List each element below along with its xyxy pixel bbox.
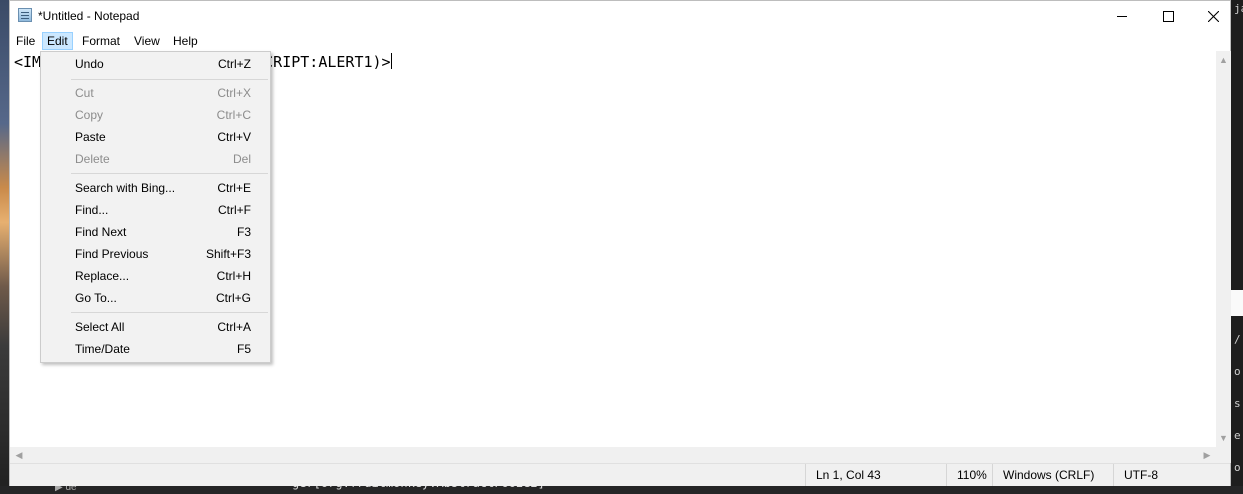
- status-cursor-position: Ln 1, Col 43: [805, 464, 946, 486]
- title-bar[interactable]: *Untitled - Notepad: [10, 1, 1230, 31]
- scroll-right-icon[interactable]: ▶: [1200, 447, 1214, 463]
- scroll-down-icon[interactable]: ▼: [1216, 431, 1231, 445]
- menu-bar: File Edit Format View Help: [10, 31, 1230, 51]
- menu-item-find[interactable]: Find... Ctrl+F: [41, 199, 270, 221]
- scrollbar-corner: [1216, 447, 1231, 463]
- edit-menu-dropdown: Undo Ctrl+Z Cut Ctrl+X Copy Ctrl+C Paste Ctr…: [40, 51, 271, 363]
- status-bar: Ln 1, Col 43 110% Windows (CRLF) UTF-8: [10, 463, 1230, 486]
- menu-edit[interactable]: Edit: [42, 32, 73, 50]
- background-ide-strip: ▶ de ger[org.fruitmonkey.AbstractFoo2e2]: [0, 476, 1243, 494]
- maximize-icon: [1162, 10, 1174, 22]
- horizontal-scrollbar[interactable]: ◀ ▶: [10, 447, 1216, 463]
- close-icon: [1207, 10, 1219, 22]
- close-button[interactable]: [1190, 1, 1236, 31]
- text-caret: [390, 53, 392, 69]
- window-title: *Untitled - Notepad: [38, 9, 140, 23]
- menu-file[interactable]: File: [12, 32, 39, 50]
- menu-item-paste[interactable]: Paste Ctrl+V: [41, 126, 270, 148]
- status-line-ending: Windows (CRLF): [992, 464, 1103, 486]
- scroll-left-icon[interactable]: ◀: [12, 447, 26, 463]
- background-right-char: s: [1234, 397, 1241, 410]
- maximize-button[interactable]: [1145, 1, 1191, 31]
- desktop-background-left: [0, 0, 9, 494]
- minimize-button[interactable]: [1099, 1, 1145, 31]
- background-window-right: ja / o s e o: [1231, 0, 1243, 494]
- menu-item-undo[interactable]: Undo Ctrl+Z: [41, 53, 270, 75]
- status-encoding: UTF-8: [1113, 464, 1224, 486]
- editor-text-content: <IM: [14, 53, 42, 71]
- menu-separator: [71, 79, 268, 80]
- notepad-app-icon: [18, 8, 32, 22]
- menu-view[interactable]: View: [130, 32, 164, 50]
- menu-separator: [71, 173, 268, 174]
- menu-item-copy[interactable]: Copy Ctrl+C: [41, 104, 270, 126]
- menu-item-time-date[interactable]: Time/Date F5: [41, 338, 270, 360]
- menu-help[interactable]: Help: [169, 32, 202, 50]
- background-right-char: o: [1234, 461, 1241, 474]
- minimize-icon: [1117, 15, 1127, 17]
- menu-item-delete[interactable]: Delete Del: [41, 148, 270, 170]
- menu-item-replace[interactable]: Replace... Ctrl+H: [41, 265, 270, 287]
- menu-separator: [71, 312, 268, 313]
- menu-item-go-to[interactable]: Go To... Ctrl+G: [41, 287, 270, 309]
- background-right-char: o: [1234, 365, 1241, 378]
- menu-item-find-next[interactable]: Find Next F3: [41, 221, 270, 243]
- background-panel: [1231, 290, 1243, 316]
- background-right-char: /: [1234, 333, 1241, 346]
- status-zoom: 110%: [946, 464, 997, 486]
- menu-item-find-previous[interactable]: Find Previous Shift+F3: [41, 243, 270, 265]
- menu-item-select-all[interactable]: Select All Ctrl+A: [41, 316, 270, 338]
- menu-item-cut[interactable]: Cut Ctrl+X: [41, 82, 270, 104]
- vertical-scrollbar[interactable]: ▲ ▼: [1216, 51, 1231, 447]
- scroll-up-icon[interactable]: ▲: [1216, 53, 1231, 67]
- menu-item-search-with-bing[interactable]: Search with Bing... Ctrl+E: [41, 177, 270, 199]
- background-right-char: e: [1234, 429, 1241, 442]
- menu-format[interactable]: Format: [78, 32, 124, 50]
